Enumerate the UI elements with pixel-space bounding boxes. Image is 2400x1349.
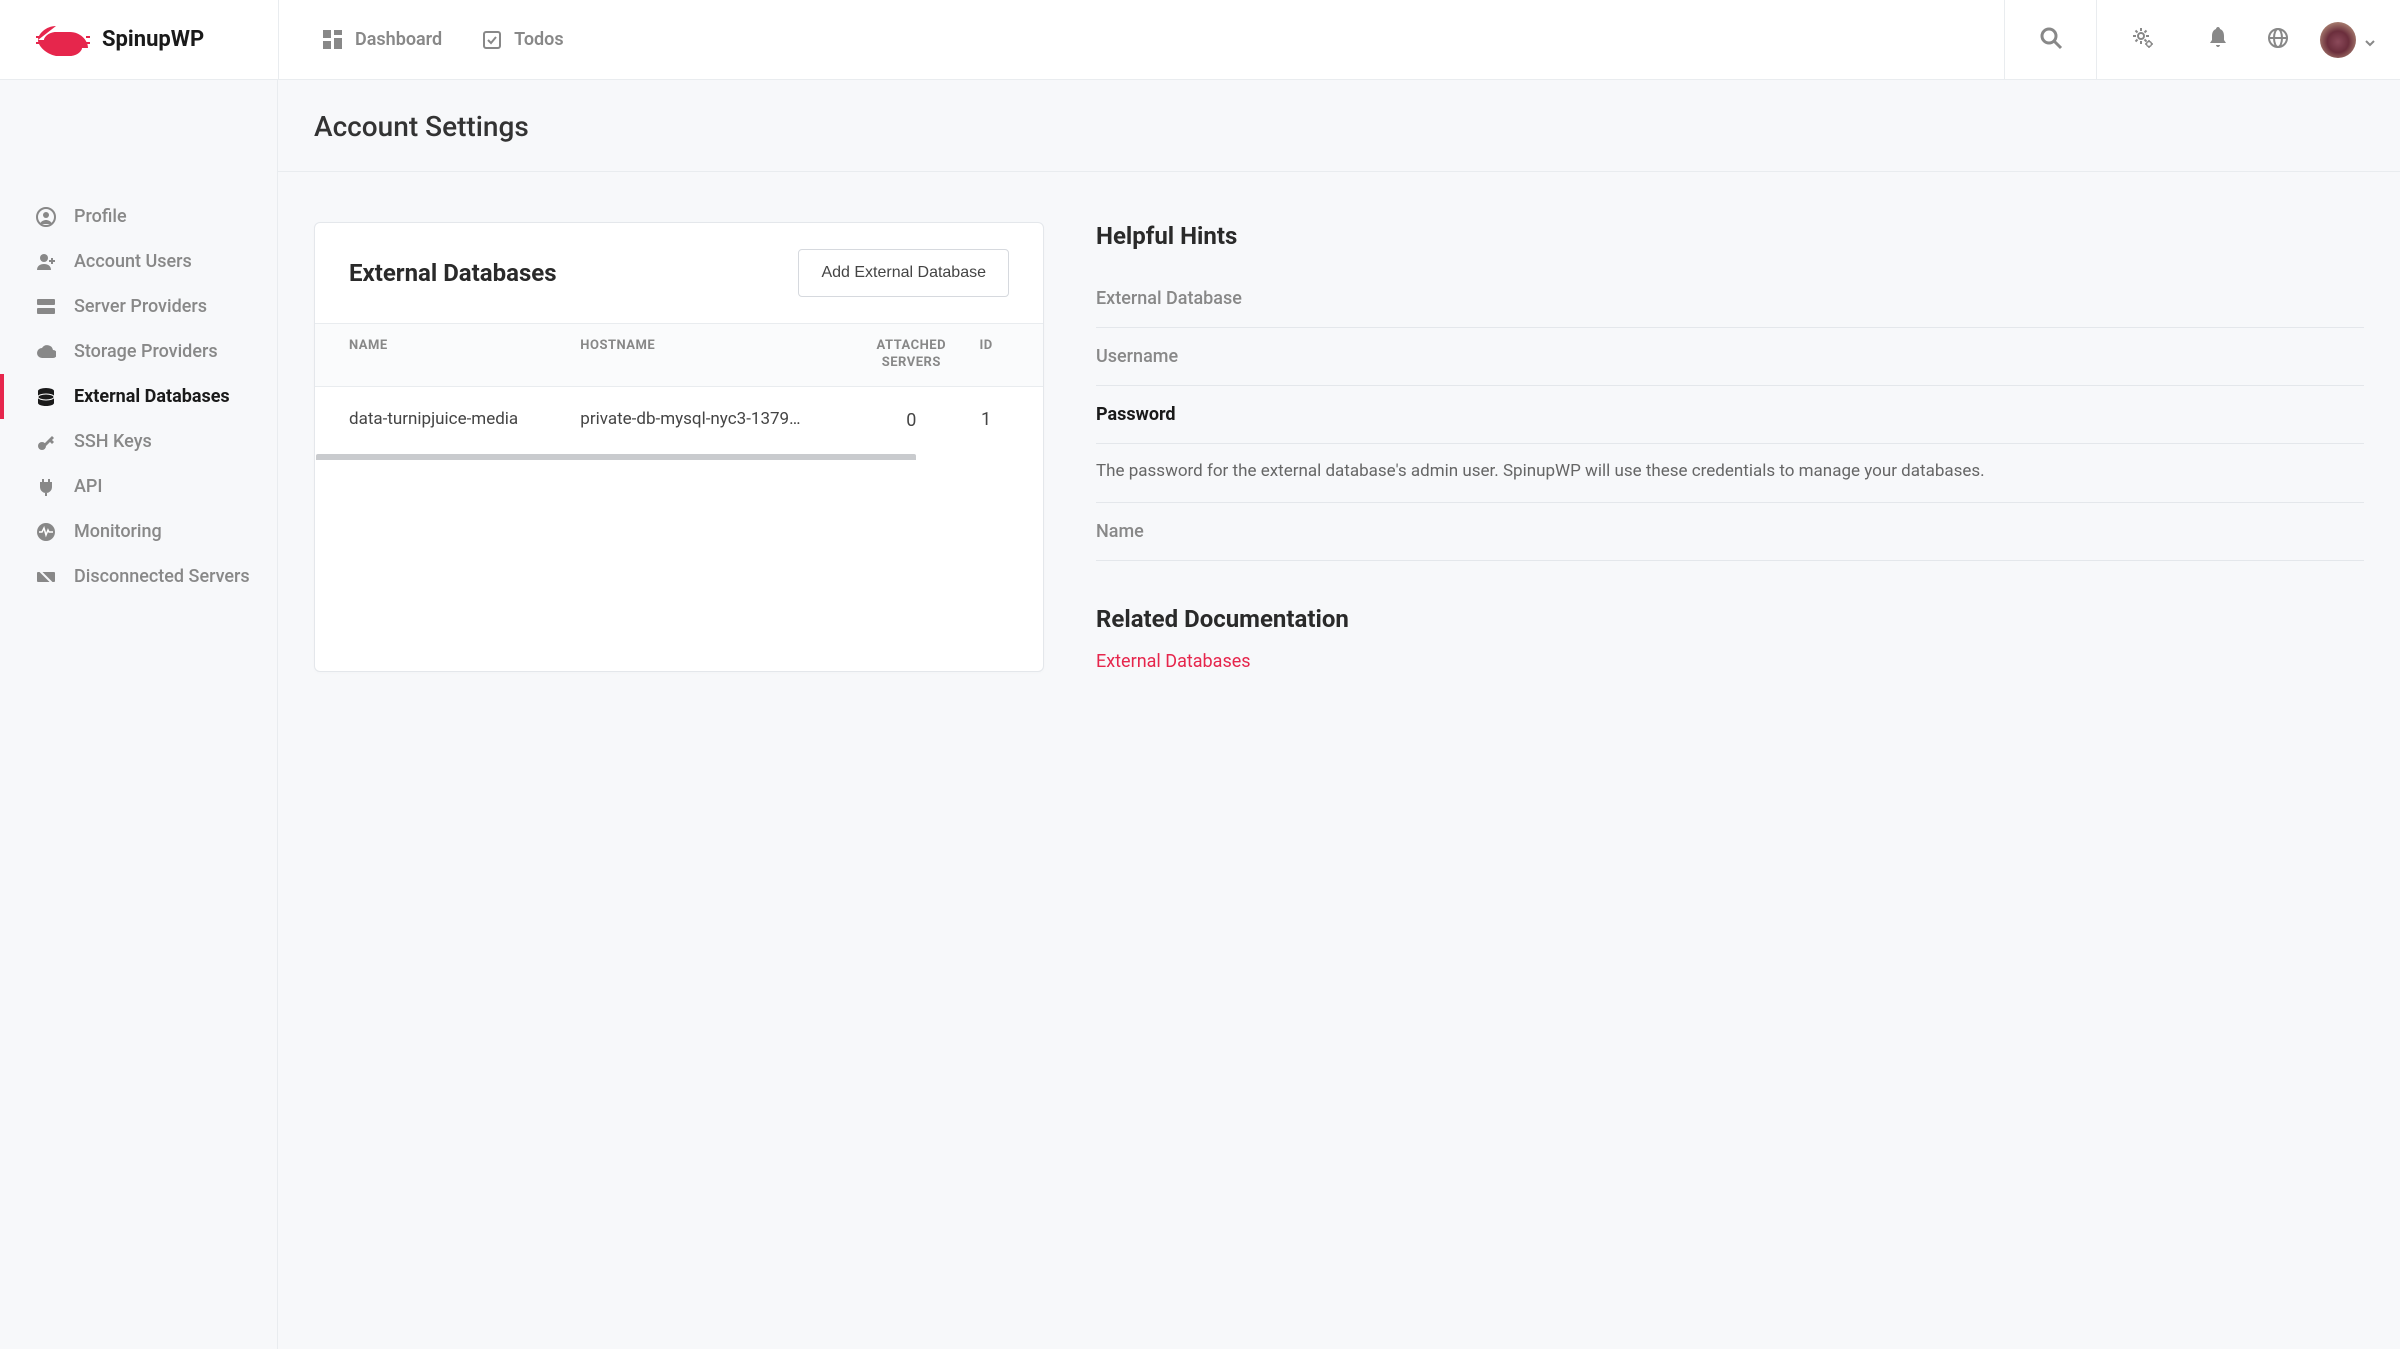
key-icon xyxy=(36,432,56,452)
heartbeat-icon xyxy=(36,522,56,542)
doc-link-external-databases[interactable]: External Databases xyxy=(1096,651,1251,672)
nav-todos[interactable]: Todos xyxy=(482,29,563,50)
bell-icon xyxy=(2208,27,2228,53)
cell-name: data-turnipjuice-media xyxy=(349,409,580,432)
col-header-id: ID xyxy=(963,338,1009,372)
sidebar-item-label: Storage Providers xyxy=(74,341,218,362)
helpful-hints: Helpful Hints External DatabaseUsernameP… xyxy=(1096,222,2364,672)
hint-name[interactable]: Name xyxy=(1096,503,2364,561)
nav-todos-label: Todos xyxy=(514,29,563,50)
todos-icon xyxy=(482,30,502,50)
sidebar-item-external-databases[interactable]: External Databases xyxy=(0,374,277,419)
table-row[interactable]: data-turnipjuice-mediaprivate-db-mysql-n… xyxy=(315,387,1043,454)
layout: Profile Account Users Server Providers Stor… xyxy=(0,80,2400,1349)
user-circle-icon xyxy=(36,207,56,227)
sidebar-item-label: SSH Keys xyxy=(74,431,152,452)
horizontal-scrollbar[interactable] xyxy=(316,454,916,460)
user-plus-icon xyxy=(36,252,56,272)
sidebar-item-label: API xyxy=(74,476,103,497)
card-header: External Databases Add External Database xyxy=(315,223,1043,323)
cell-id: 1 xyxy=(963,409,1009,432)
sidebar-item-label: External Databases xyxy=(74,386,230,407)
dashboard-icon xyxy=(323,30,343,50)
database-icon xyxy=(36,387,56,407)
sidebar-item-monitoring[interactable]: Monitoring xyxy=(0,509,277,554)
sidebar-item-account-users[interactable]: Account Users xyxy=(0,239,277,284)
page-header: Account Settings xyxy=(278,80,2400,172)
external-databases-card: External Databases Add External Database… xyxy=(314,222,1044,672)
add-external-database-button[interactable]: Add External Database xyxy=(798,249,1009,297)
sidebar-item-label: Account Users xyxy=(74,251,192,272)
page-title: Account Settings xyxy=(314,110,2364,143)
server-off-icon xyxy=(36,567,56,587)
avatar xyxy=(2320,22,2356,58)
sidebar: Profile Account Users Server Providers Stor… xyxy=(0,80,278,1349)
cell-hostname: private-db-mysql-nyc3-1379… xyxy=(580,409,859,432)
hints-title: Helpful Hints xyxy=(1096,222,2364,250)
cell-attached: 0 xyxy=(859,409,963,432)
search-button[interactable] xyxy=(2004,0,2096,79)
table-header: NAME HOSTNAME ATTACHED SERVERS ID xyxy=(315,323,1043,387)
sidebar-item-storage-providers[interactable]: Storage Providers xyxy=(0,329,277,374)
chevron-down-icon xyxy=(2364,34,2376,46)
sidebar-item-disconnected-servers[interactable]: Disconnected Servers xyxy=(0,554,277,599)
sidebar-item-profile[interactable]: Profile xyxy=(0,194,277,239)
search-icon xyxy=(2039,26,2063,54)
topbar-right xyxy=(2004,0,2400,79)
col-header-attached: ATTACHED SERVERS xyxy=(859,338,963,372)
logo[interactable]: SpinupWP xyxy=(0,0,278,79)
top-navigation: Dashboard Todos xyxy=(278,0,564,79)
gear-icon xyxy=(2131,26,2155,54)
content-row: External Databases Add External Database… xyxy=(278,172,2400,722)
card-title: External Databases xyxy=(349,259,557,287)
col-header-name: NAME xyxy=(349,338,580,372)
globe-button[interactable] xyxy=(2248,0,2308,79)
user-menu[interactable] xyxy=(2308,22,2400,58)
notifications-button[interactable] xyxy=(2188,0,2248,79)
plug-icon xyxy=(36,477,56,497)
related-title: Related Documentation xyxy=(1096,605,2364,633)
hint-body: The password for the external database's… xyxy=(1096,444,2364,503)
sidebar-item-ssh-keys[interactable]: SSH Keys xyxy=(0,419,277,464)
main: Account Settings External Databases Add … xyxy=(278,80,2400,1349)
col-header-hostname: HOSTNAME xyxy=(580,338,859,372)
logo-icon xyxy=(36,22,92,58)
nav-dashboard[interactable]: Dashboard xyxy=(323,29,442,50)
sidebar-item-label: Profile xyxy=(74,206,127,227)
topbar: SpinupWP Dashboard Todos xyxy=(0,0,2400,80)
sidebar-item-server-providers[interactable]: Server Providers xyxy=(0,284,277,329)
sidebar-item-label: Disconnected Servers xyxy=(74,566,250,587)
nav-dashboard-label: Dashboard xyxy=(355,29,442,50)
globe-icon xyxy=(2267,27,2289,53)
sidebar-item-label: Monitoring xyxy=(74,521,162,542)
cloud-icon xyxy=(36,342,56,362)
logo-text: SpinupWP xyxy=(102,27,204,52)
hint-password[interactable]: Password xyxy=(1096,386,2364,444)
sidebar-item-api[interactable]: API xyxy=(0,464,277,509)
server-icon xyxy=(36,297,56,317)
settings-button[interactable] xyxy=(2096,0,2188,79)
sidebar-item-label: Server Providers xyxy=(74,296,207,317)
hint-username[interactable]: Username xyxy=(1096,328,2364,386)
hint-external-database[interactable]: External Database xyxy=(1096,270,2364,328)
